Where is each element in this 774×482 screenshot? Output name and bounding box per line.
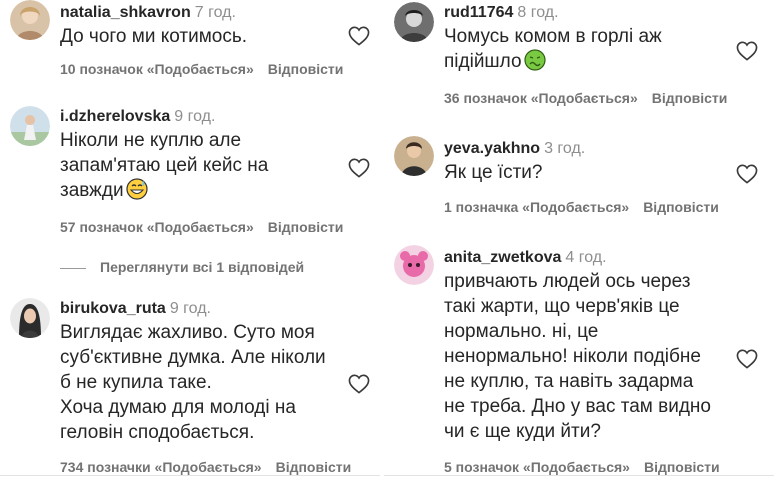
avatar[interactable]: [394, 136, 434, 176]
comment-text: До чого ми котимось.: [60, 26, 248, 47]
comments-column-right: rud11764 8 год. Чомусь комом в горлі аж п…: [384, 0, 774, 482]
reply-button[interactable]: Відповісти: [644, 459, 720, 475]
comment-username[interactable]: i.dzherelovska: [60, 108, 170, 125]
comment-text: Як це їсти?: [444, 162, 543, 183]
comment-timestamp: 8 год.: [517, 4, 559, 21]
comment-username[interactable]: birukova_ruta: [60, 300, 166, 317]
likes-count[interactable]: 734 позначки «Подобається»: [60, 459, 262, 475]
comment-meta: 5 позначок «Подобається» Відповісти: [444, 458, 720, 476]
likes-count[interactable]: 36 позначок «Подобається»: [444, 90, 638, 106]
view-replies-label: Переглянути всі 1 відповідей: [100, 259, 305, 275]
heart-outline-icon[interactable]: [736, 164, 758, 184]
comment-meta: 57 позначок «Подобається» Відповісти: [60, 218, 343, 236]
avatar[interactable]: [394, 245, 434, 285]
comment-text: Виглядає жахливо. Суто моя суб'єктивне д…: [60, 322, 326, 443]
nauseated-face-emoji: [523, 49, 546, 78]
heart-outline-icon[interactable]: [736, 41, 758, 61]
heart-outline-icon[interactable]: [348, 158, 370, 178]
comment-text: привчають людей ось через такі жарти, що…: [444, 271, 711, 442]
reply-button[interactable]: Відповісти: [268, 219, 344, 235]
comment-timestamp: 9 год.: [174, 108, 216, 125]
avatar[interactable]: [10, 106, 50, 146]
heart-outline-icon[interactable]: [348, 374, 370, 394]
comment-username[interactable]: anita_zwetkova: [444, 249, 561, 266]
heart-outline-icon[interactable]: [736, 349, 758, 369]
comment-text: Ніколи не куплю але запам'ятаю цей кейс …: [60, 128, 340, 207]
comment-timestamp: 7 год.: [194, 4, 236, 21]
comment-meta: 10 позначок «Подобається» Відповісти: [60, 60, 343, 78]
replies-divider: [60, 267, 86, 269]
comment-timestamp: 3 год.: [544, 140, 586, 157]
likes-count[interactable]: 1 позначка «Подобається»: [444, 199, 629, 215]
view-replies-button[interactable]: Переглянути всі 1 відповідей: [60, 259, 304, 275]
reply-button[interactable]: Відповісти: [268, 61, 344, 77]
heart-outline-icon[interactable]: [348, 26, 370, 46]
comment-timestamp: 4 год.: [565, 249, 607, 266]
reply-button[interactable]: Відповісти: [643, 199, 719, 215]
avatar[interactable]: [10, 298, 50, 338]
reply-button[interactable]: Відповісти: [652, 90, 728, 106]
comment-meta: 734 позначки «Подобається» Відповісти: [60, 458, 351, 476]
grinning-sweat-emoji: [125, 178, 148, 207]
comment-username[interactable]: yeva.yakhno: [444, 140, 540, 157]
comment-text: Чомусь комом в горлі аж підійшло: [444, 24, 734, 78]
likes-count[interactable]: 10 позначок «Подобається»: [60, 61, 254, 77]
comments-column-left: natalia_shkavron 7 год. До чого ми котимо…: [0, 0, 380, 482]
avatar[interactable]: [10, 0, 50, 40]
comment-username[interactable]: natalia_shkavron: [60, 4, 191, 21]
likes-count[interactable]: 5 позначок «Подобається»: [444, 459, 630, 475]
reply-button[interactable]: Відповісти: [276, 459, 352, 475]
avatar[interactable]: [394, 2, 434, 42]
comment-meta: 36 позначок «Подобається» Відповісти: [444, 89, 727, 107]
likes-count[interactable]: 57 позначок «Подобається»: [60, 219, 254, 235]
comment-username[interactable]: rud11764: [444, 4, 513, 21]
comment-meta: 1 позначка «Подобається» Відповісти: [444, 198, 719, 216]
comment-timestamp: 9 год.: [169, 300, 211, 317]
